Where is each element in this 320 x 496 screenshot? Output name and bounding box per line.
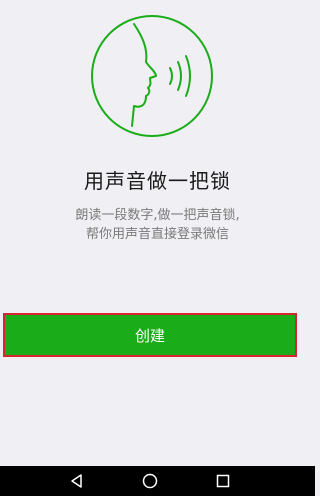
create-button[interactable]: 创建: [3, 313, 297, 357]
voice-lock-face-icon: [91, 15, 213, 137]
description-line-2: 帮你用声音直接登录微信: [85, 227, 229, 242]
nav-back-button[interactable]: [57, 466, 97, 496]
recents-square-icon: [216, 474, 230, 488]
page-description: 朗读一段数字,做一把声音锁, 帮你用声音直接登录微信: [0, 206, 315, 244]
nav-recents-button[interactable]: [203, 466, 243, 496]
back-triangle-icon: [71, 474, 82, 488]
page-title: 用声音做一把锁: [84, 169, 231, 193]
voice-lock-screen: 用声音做一把锁 朗读一段数字,做一把声音锁, 帮你用声音直接登录微信 创建: [0, 0, 315, 466]
system-nav-bar: [0, 466, 315, 496]
description-line-1: 朗读一段数字,做一把声音锁,: [75, 208, 240, 223]
nav-home-button[interactable]: [130, 466, 170, 496]
create-button-label: 创建: [134, 326, 165, 345]
home-circle-icon: [142, 473, 158, 489]
